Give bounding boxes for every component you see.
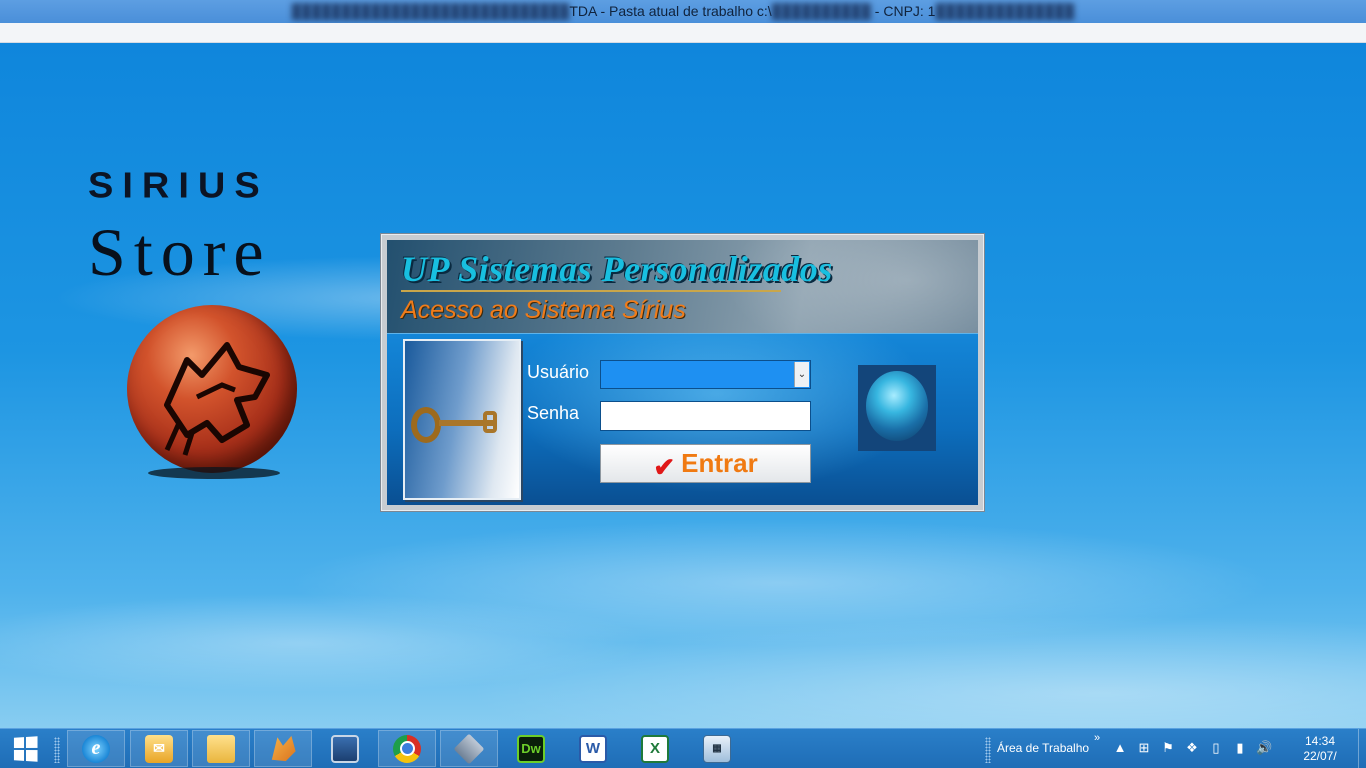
taskbar-word[interactable]: W bbox=[564, 730, 622, 767]
calculator-icon: ▦ bbox=[703, 734, 731, 763]
clock-time: 14:34 bbox=[1304, 734, 1336, 748]
chrome-icon bbox=[393, 734, 421, 763]
windows-flag-icon[interactable]: ⊞ bbox=[1136, 740, 1152, 756]
key-icon bbox=[403, 339, 521, 500]
entrar-button[interactable]: ✔ Entrar bbox=[600, 444, 811, 483]
login-header: UP Sistemas Personalizados Acesso ao Sis… bbox=[387, 240, 978, 333]
user-label: Usuário bbox=[527, 362, 590, 382]
taskbar-calculator[interactable]: ▦ bbox=[688, 730, 746, 767]
globe-icon bbox=[858, 365, 936, 451]
network-connection-icon bbox=[331, 734, 359, 763]
password-label: Senha bbox=[527, 403, 580, 423]
taskbar-outlook[interactable]: ✉ bbox=[130, 730, 188, 767]
folder-icon bbox=[207, 734, 235, 763]
brand-store-logo: Store bbox=[88, 214, 272, 290]
system-clock[interactable]: 14:34 22/07/ bbox=[1290, 734, 1350, 764]
mail-icon: ✉ bbox=[145, 734, 173, 763]
fox-icon bbox=[271, 735, 296, 762]
window-title-bar[interactable]: ████████████████████████████TDA - Pasta … bbox=[0, 0, 1366, 23]
device-icon[interactable]: ▯ bbox=[1208, 740, 1224, 756]
word-icon: W bbox=[579, 734, 607, 763]
brand-sirius-logo: SIRIUS bbox=[88, 166, 269, 206]
password-input[interactable] bbox=[600, 401, 811, 431]
globe-sphere bbox=[866, 371, 928, 441]
desktop-toolbar-grip[interactable] bbox=[985, 737, 991, 763]
app-background: SIRIUS Store UP Sistemas Personalizados … bbox=[0, 43, 1366, 728]
windows-logo-icon bbox=[13, 736, 38, 762]
desktop-toolbar-label[interactable]: Área de Trabalho bbox=[997, 741, 1089, 755]
dropbox-icon[interactable]: ❖ bbox=[1184, 740, 1200, 756]
volume-icon[interactable]: 🔊 bbox=[1256, 740, 1272, 756]
taskbar: e ✉ Dw W X ▦ Área de Trabalho » ▲ ⊞ ⚑ ❖ … bbox=[0, 728, 1366, 768]
title-redacted-path: ██████████ bbox=[771, 3, 871, 19]
check-icon: ✔ bbox=[653, 451, 676, 482]
key-bow bbox=[411, 407, 441, 443]
clock-date: 22/07/ bbox=[1303, 749, 1337, 763]
excel-icon: X bbox=[641, 734, 669, 763]
taskbar-dreamweaver[interactable]: Dw bbox=[502, 730, 560, 767]
show-hidden-icons-icon[interactable]: ▲ bbox=[1112, 740, 1128, 756]
dreamweaver-icon: Dw bbox=[517, 734, 545, 763]
menu-bar bbox=[0, 23, 1366, 43]
virtualbox-icon bbox=[453, 733, 485, 764]
wolf-logo-icon bbox=[127, 305, 297, 473]
network-signal-icon[interactable]: ▮ bbox=[1232, 740, 1248, 756]
taskbar-fox-app[interactable] bbox=[254, 730, 312, 767]
taskbar-excel[interactable]: X bbox=[626, 730, 684, 767]
taskbar-chrome[interactable] bbox=[378, 730, 436, 767]
internet-explorer-icon: e bbox=[82, 734, 110, 763]
start-button[interactable] bbox=[0, 729, 50, 768]
login-body: Usuário ⌄ Senha ✔ Entrar bbox=[387, 333, 978, 505]
login-subtitle: Acesso ao Sistema Sírius bbox=[401, 296, 686, 324]
window-title-cnpj: - CNPJ: 1 bbox=[870, 3, 936, 19]
key-bit bbox=[483, 411, 497, 433]
login-dialog: UP Sistemas Personalizados Acesso ao Sis… bbox=[381, 234, 984, 511]
taskbar-virtualbox[interactable] bbox=[440, 730, 498, 767]
taskbar-network-connection[interactable] bbox=[316, 730, 374, 767]
taskbar-file-explorer[interactable] bbox=[192, 730, 250, 767]
logo-shadow bbox=[148, 467, 280, 479]
user-select[interactable]: ⌄ bbox=[600, 360, 811, 389]
toolbar-chevron-icon[interactable]: » bbox=[1094, 732, 1100, 744]
system-tray: ▲ ⊞ ⚑ ❖ ▯ ▮ 🔊 bbox=[1112, 740, 1273, 756]
title-redacted-prefix: ████████████████████████████ bbox=[291, 3, 570, 19]
chevron-down-icon[interactable]: ⌄ bbox=[794, 362, 809, 387]
window-title: TDA - Pasta atual de trabalho c:\ bbox=[569, 3, 772, 19]
taskbar-internet-explorer[interactable]: e bbox=[67, 730, 125, 767]
entrar-button-label: Entrar bbox=[681, 448, 758, 478]
toolbar-grip[interactable] bbox=[54, 737, 60, 763]
title-redacted-cnpj: ██████████████ bbox=[935, 3, 1075, 19]
action-center-flag-icon[interactable]: ⚑ bbox=[1160, 740, 1176, 756]
title-underline bbox=[401, 290, 781, 292]
show-desktop-button[interactable] bbox=[1358, 729, 1366, 768]
login-title: UP Sistemas Personalizados bbox=[401, 249, 833, 289]
